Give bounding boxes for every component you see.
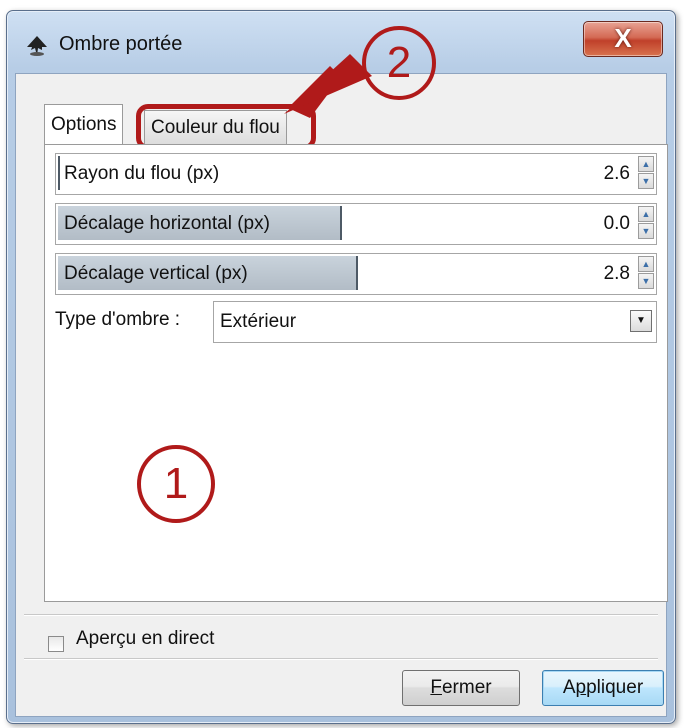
separator (24, 614, 658, 616)
horizontal-offset-stepper[interactable]: ▲ ▼ (638, 206, 654, 240)
separator (24, 658, 658, 660)
increment-arrow-icon[interactable]: ▲ (638, 156, 654, 172)
blur-radius-fill (58, 156, 60, 190)
inkscape-app-icon (27, 36, 47, 56)
live-preview-label: Aperçu en direct (76, 628, 215, 649)
window-title: Ombre portée (59, 33, 183, 55)
blur-radius-value: 2.6 (603, 163, 630, 184)
dialog-client-area: Options Couleur du flou Rayon du flou (p… (15, 73, 668, 717)
close-button[interactable]: Fermer (402, 670, 520, 706)
increment-arrow-icon[interactable]: ▲ (638, 206, 654, 222)
blur-radius-spinner[interactable]: Rayon du flou (px) 2.6 ▲ ▼ (55, 153, 657, 195)
annotation-marker-1: 1 (137, 445, 215, 523)
shadow-type-label: Type d'ombre : (55, 309, 181, 330)
chevron-down-icon[interactable]: ▼ (630, 310, 652, 332)
horizontal-offset-value: 0.0 (603, 213, 630, 234)
vertical-offset-label: Décalage vertical (px) (64, 263, 248, 284)
annotation-marker-2: 2 (362, 26, 436, 100)
vertical-offset-spinner[interactable]: Décalage vertical (px) 2.8 ▲ ▼ (55, 253, 657, 295)
close-button-label: ermer (441, 677, 492, 698)
decrement-arrow-icon[interactable]: ▼ (638, 223, 654, 239)
shadow-type-value: Extérieur (220, 311, 297, 332)
apply-button-accel: p (575, 677, 587, 698)
vertical-offset-value: 2.8 (603, 263, 630, 284)
live-preview-checkbox[interactable] (48, 636, 64, 652)
blur-radius-label: Rayon du flou (px) (64, 163, 220, 184)
decrement-arrow-icon[interactable]: ▼ (638, 273, 654, 289)
apply-button-label: pliquer (586, 677, 644, 698)
screenshot: Ombre portée X Options Couleur du flou R… (0, 0, 684, 728)
blur-radius-stepper[interactable]: ▲ ▼ (638, 156, 654, 190)
increment-arrow-icon[interactable]: ▲ (638, 256, 654, 272)
horizontal-offset-spinner[interactable]: Décalage horizontal (px) 0.0 ▲ ▼ (55, 203, 657, 245)
vertical-offset-stepper[interactable]: ▲ ▼ (638, 256, 654, 290)
close-window-button[interactable]: X (583, 21, 663, 57)
tab-panel-options: Rayon du flou (px) 2.6 ▲ ▼ Décalage hori… (44, 144, 668, 602)
tab-options[interactable]: Options (44, 104, 124, 145)
apply-button-prefix: A (562, 677, 576, 698)
apply-button[interactable]: Appliquer (542, 670, 664, 706)
close-icon: X (614, 23, 632, 53)
decrement-arrow-icon[interactable]: ▼ (638, 173, 654, 189)
shadow-type-select[interactable]: Extérieur ▼ (213, 301, 657, 343)
close-button-accel: F (430, 677, 442, 698)
horizontal-offset-label: Décalage horizontal (px) (64, 213, 270, 234)
